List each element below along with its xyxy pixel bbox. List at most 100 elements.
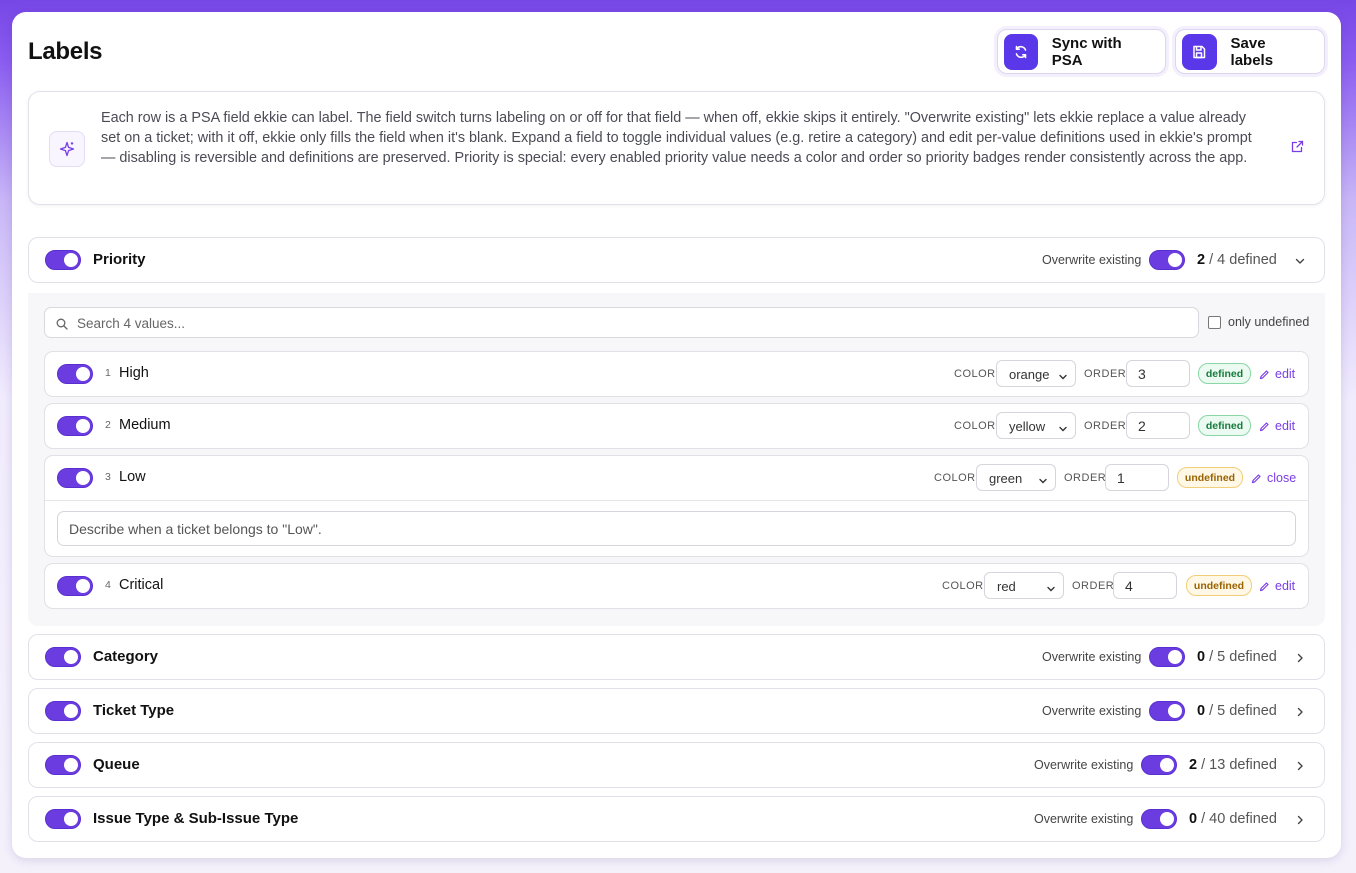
overwrite-existing-label: Overwrite existing	[1034, 812, 1134, 826]
field-row-category[interactable]: Category Overwrite existing 0 / 5 define…	[28, 634, 1325, 680]
value-index: 1	[105, 367, 111, 379]
overwrite-existing-toggle[interactable]	[1149, 647, 1185, 667]
definition-input[interactable]: Describe when a ticket belongs to "Low".	[57, 511, 1296, 546]
chevron-right-icon[interactable]	[1294, 705, 1306, 723]
field-row-queue[interactable]: Queue Overwrite existing 2 / 13 defined	[28, 742, 1325, 788]
value-row-low: 3 Low COLOR green ORDER 1 undefined clos…	[44, 455, 1309, 557]
info-text: Each row is a PSA field ekkie can label.…	[101, 110, 1252, 166]
sync-label: Sync with PSA	[1051, 34, 1122, 69]
status-badge: defined	[1198, 363, 1251, 384]
value-row-medium: 2 Medium COLOR yellow ORDER 2 defined ed…	[44, 403, 1309, 449]
edit-button[interactable]: edit	[1259, 579, 1295, 593]
defined-count: 2 / 13 defined	[1189, 757, 1277, 773]
sparkle-icon	[49, 131, 85, 167]
status-badge: defined	[1198, 415, 1251, 436]
save-label: Save labels	[1230, 34, 1274, 69]
search-values-input[interactable]: Search 4 values...	[44, 307, 1199, 338]
defined-count: 0 / 5 defined	[1197, 703, 1277, 719]
field-enabled-toggle[interactable]	[45, 755, 81, 775]
value-enabled-toggle[interactable]	[57, 468, 93, 488]
sync-with-psa-button[interactable]: Sync with PSA	[997, 29, 1166, 74]
field-row-priority[interactable]: Priority Overwrite existing 2 / 4 define…	[28, 237, 1325, 283]
pencil-icon	[1259, 421, 1269, 431]
value-name: Low	[119, 469, 146, 485]
color-select[interactable]: red	[984, 572, 1064, 599]
overwrite-existing-toggle[interactable]	[1149, 701, 1185, 721]
divider	[45, 500, 1308, 501]
value-row-high: 1 High COLOR orange ORDER 3 defined edit	[44, 351, 1309, 397]
edit-button[interactable]: edit	[1259, 419, 1295, 433]
value-index: 2	[105, 419, 111, 431]
order-input[interactable]: 4	[1113, 572, 1177, 599]
order-label: ORDER	[1072, 580, 1115, 592]
overwrite-existing-label: Overwrite existing	[1034, 758, 1134, 772]
color-select[interactable]: orange	[996, 360, 1076, 387]
defined-count: 0 / 5 defined	[1197, 649, 1277, 665]
field-enabled-toggle[interactable]	[45, 250, 81, 270]
chevron-right-icon[interactable]	[1294, 813, 1306, 831]
value-row-critical: 4 Critical COLOR red ORDER 4 undefined e…	[44, 563, 1309, 609]
color-value: yellow	[1009, 419, 1046, 434]
defined-count: 0 / 40 defined	[1189, 811, 1277, 827]
status-badge: undefined	[1177, 467, 1243, 488]
pencil-icon	[1259, 369, 1269, 379]
order-input[interactable]: 3	[1126, 360, 1190, 387]
field-name: Priority	[93, 251, 146, 268]
checkbox[interactable]	[1208, 315, 1221, 329]
status-badge: undefined	[1186, 575, 1252, 596]
order-input[interactable]: 1	[1105, 464, 1169, 491]
info-panel: Each row is a PSA field ekkie can label.…	[28, 91, 1325, 205]
order-label: ORDER	[1084, 368, 1127, 380]
chevron-right-icon[interactable]	[1294, 759, 1306, 777]
color-label: COLOR	[954, 368, 996, 380]
value-enabled-toggle[interactable]	[57, 576, 93, 596]
overwrite-existing-toggle[interactable]	[1141, 809, 1177, 829]
field-name: Queue	[93, 756, 140, 773]
labels-card: Labels Sync with PSA Save labels Each ro…	[12, 12, 1341, 858]
close-button[interactable]: close	[1251, 471, 1296, 485]
value-index: 4	[105, 579, 111, 591]
color-select[interactable]: green	[976, 464, 1056, 491]
color-label: COLOR	[942, 580, 984, 592]
color-value: green	[989, 471, 1023, 486]
pencil-icon	[1251, 473, 1261, 483]
color-select[interactable]: yellow	[996, 412, 1076, 439]
field-name: Ticket Type	[93, 702, 175, 719]
field-row-ticket-type[interactable]: Ticket Type Overwrite existing 0 / 5 def…	[28, 688, 1325, 734]
color-label: COLOR	[934, 472, 976, 484]
value-index: 3	[105, 471, 111, 483]
field-name: Issue Type & Sub-Issue Type	[93, 810, 299, 827]
only-undefined-label: only undefined	[1228, 315, 1310, 329]
external-link-icon[interactable]	[1291, 140, 1304, 158]
only-undefined-checkbox[interactable]: only undefined	[1208, 315, 1309, 329]
defined-count: 2 / 4 defined	[1197, 252, 1277, 268]
order-input[interactable]: 2	[1126, 412, 1190, 439]
order-label: ORDER	[1084, 420, 1127, 432]
overwrite-existing-toggle[interactable]	[1141, 755, 1177, 775]
value-name: High	[119, 365, 149, 381]
value-name: Critical	[119, 577, 164, 593]
page-title: Labels	[28, 38, 103, 65]
search-placeholder: Search 4 values...	[77, 316, 186, 331]
refresh-icon	[1004, 33, 1038, 70]
chevron-down-icon	[1038, 474, 1048, 489]
edit-button[interactable]: edit	[1259, 367, 1295, 381]
overwrite-existing-label: Overwrite existing	[1042, 253, 1142, 267]
search-icon	[56, 317, 68, 335]
save-labels-button[interactable]: Save labels	[1175, 29, 1325, 74]
chevron-right-icon[interactable]	[1294, 651, 1306, 669]
color-value: orange	[1009, 367, 1050, 382]
chevron-down-icon	[1058, 422, 1068, 437]
field-row-issue-type[interactable]: Issue Type & Sub-Issue Type Overwrite ex…	[28, 796, 1325, 842]
field-name: Category	[93, 648, 159, 665]
overwrite-existing-toggle[interactable]	[1149, 250, 1185, 270]
field-enabled-toggle[interactable]	[45, 701, 81, 721]
save-icon	[1182, 33, 1217, 70]
value-enabled-toggle[interactable]	[57, 416, 93, 436]
value-name: Medium	[119, 417, 171, 433]
value-enabled-toggle[interactable]	[57, 364, 93, 384]
field-enabled-toggle[interactable]	[45, 809, 81, 829]
field-enabled-toggle[interactable]	[45, 647, 81, 667]
chevron-down-icon[interactable]	[1294, 254, 1306, 272]
priority-values-panel: Search 4 values... only undefined 1 High…	[28, 293, 1325, 626]
